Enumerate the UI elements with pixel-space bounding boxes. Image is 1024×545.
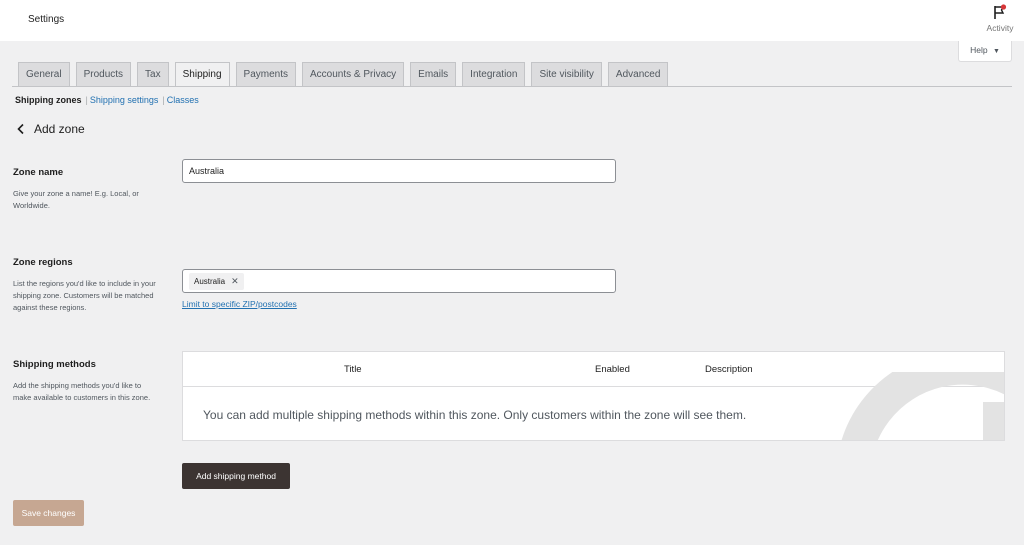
zone-regions-input[interactable] [182, 269, 616, 293]
column-description: Description [705, 364, 753, 375]
subnav-shipping-settings[interactable]: Shipping settings [90, 95, 159, 105]
shipping-subnav: Shipping zones | Shipping settings | Cla… [15, 95, 199, 105]
add-shipping-method-button[interactable]: Add shipping method [182, 463, 290, 489]
zone-name-input[interactable]: Australia [182, 159, 616, 183]
tab-site-visibility[interactable]: Site visibility [531, 62, 602, 87]
region-chip: Australia ✕ [189, 273, 244, 290]
column-title: Title [344, 364, 362, 375]
chevron-left-icon [17, 123, 24, 135]
tabs-divider [12, 86, 1012, 87]
tab-tax[interactable]: Tax [137, 62, 169, 87]
tab-shipping[interactable]: Shipping [174, 62, 230, 87]
tab-advanced[interactable]: Advanced [607, 62, 669, 87]
shipping-methods-table: Title Enabled Description You can add mu… [182, 351, 1005, 441]
subnav-separator: | [85, 95, 88, 105]
tab-products[interactable]: Products [75, 62, 132, 87]
activity-label: Activity [986, 23, 1014, 33]
tab-accounts-privacy[interactable]: Accounts & Privacy [302, 62, 405, 87]
page-heading: Add zone [34, 122, 85, 136]
close-icon[interactable]: ✕ [231, 273, 239, 290]
save-changes-button[interactable]: Save changes [13, 500, 84, 526]
shipping-methods-label: Shipping methods [13, 359, 96, 370]
region-chip-label: Australia [194, 277, 226, 286]
tab-payments[interactable]: Payments [235, 62, 296, 87]
help-button[interactable]: Help ▼ [958, 41, 1012, 62]
subnav-classes[interactable]: Classes [167, 95, 199, 105]
zone-name-description: Give your zone a name! E.g. Local, or Wo… [13, 189, 139, 210]
settings-tabs: General Products Tax Shipping Payments A… [18, 62, 674, 87]
shipping-methods-description: Add the shipping methods you'd like to m… [13, 381, 151, 402]
zone-regions-label: Zone regions [13, 257, 73, 268]
zone-regions-description: List the regions you'd like to include i… [13, 279, 156, 312]
watermark-icon [841, 372, 1004, 440]
page-title: Settings [28, 14, 65, 25]
limit-postcodes-link[interactable]: Limit to specific ZIP/postcodes [182, 299, 297, 309]
caret-down-icon: ▼ [992, 48, 1000, 55]
zone-name-label: Zone name [13, 167, 64, 178]
tab-general[interactable]: General [18, 62, 70, 87]
column-enabled: Enabled [595, 364, 630, 375]
top-bar: Settings Activity [0, 0, 1024, 41]
back-button[interactable]: Add zone [16, 122, 85, 136]
subnav-shipping-zones[interactable]: Shipping zones [15, 95, 82, 105]
activity-button[interactable]: Activity [982, 4, 1018, 33]
tab-emails[interactable]: Emails [410, 62, 457, 87]
subnav-separator: | [162, 95, 165, 105]
help-label: Help [970, 45, 988, 55]
flag-icon [993, 4, 1007, 20]
tab-integration[interactable]: Integration [462, 62, 526, 87]
empty-methods-message: You can add multiple shipping methods wi… [203, 408, 747, 422]
